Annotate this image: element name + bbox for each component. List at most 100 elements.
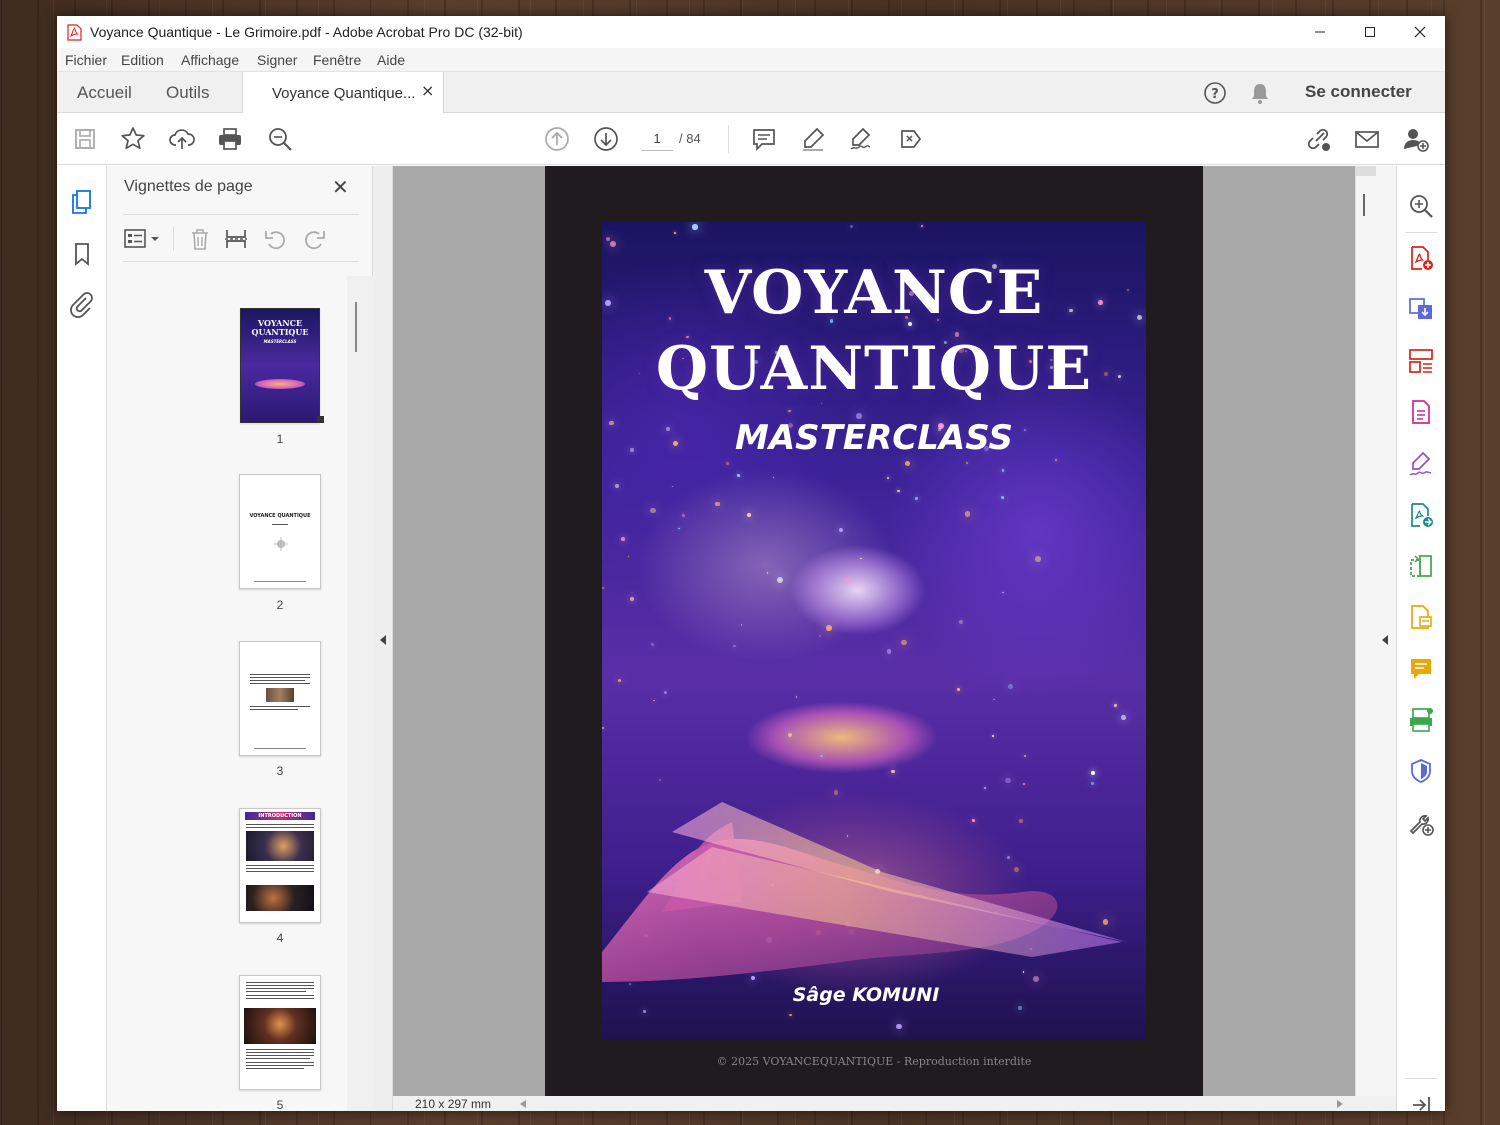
vertical-scrollbar[interactable]: [1355, 166, 1396, 1096]
scan-ocr-button[interactable]: [1407, 706, 1435, 734]
thumbnail-page-5[interactable]: [239, 975, 321, 1090]
collapse-right-arrow-icon[interactable]: [1381, 634, 1389, 646]
thumb1-art: [255, 379, 305, 389]
sign-button[interactable]: [847, 125, 875, 153]
rotate-right-icon[interactable]: [301, 226, 327, 252]
next-page-button[interactable]: [592, 125, 620, 153]
more-tools-button[interactable]: [1407, 809, 1435, 837]
search-button[interactable]: [266, 125, 294, 153]
close-tab-button[interactable]: ×: [421, 81, 434, 100]
thumbnail-page-4[interactable]: INTRODUCTION: [239, 808, 321, 923]
edit-pdf-button[interactable]: [1407, 398, 1435, 426]
bookmark-star-button[interactable]: [119, 125, 147, 153]
email-button[interactable]: [1353, 125, 1381, 153]
create-pdf-icon: [1411, 246, 1433, 270]
send-for-signature-button[interactable]: [1407, 501, 1435, 529]
page-up-icon: [545, 127, 569, 151]
sparkle: [1055, 458, 1058, 461]
export-pdf-button[interactable]: [1407, 295, 1435, 323]
tab-outils[interactable]: Outils: [166, 83, 209, 103]
left-collapse-strip[interactable]: [373, 166, 393, 1111]
sparkle: [845, 577, 851, 584]
thumb4-text-line: [246, 871, 314, 872]
prepare-form-button[interactable]: [1407, 603, 1435, 631]
zoom-tool-button[interactable]: [1407, 192, 1435, 220]
upload-cloud-button[interactable]: [168, 125, 196, 153]
sparkle: [733, 644, 736, 648]
collapse-left-arrow-icon[interactable]: [379, 634, 387, 646]
sparkle: [860, 557, 862, 560]
menu-affichage[interactable]: Affichage: [181, 52, 239, 68]
horizontal-scrollbar[interactable]: 210 x 297 mm: [393, 1096, 1396, 1111]
sign-in-button[interactable]: Se connecter: [1305, 82, 1412, 102]
sparkle: [1001, 469, 1004, 472]
sparkle: [915, 497, 918, 501]
menu-fichier[interactable]: Fichier: [65, 52, 107, 68]
thumbnail-number-2: 2: [276, 598, 284, 612]
print-button[interactable]: [216, 125, 244, 153]
close-panel-button[interactable]: ✕: [332, 175, 349, 199]
previous-page-button[interactable]: [543, 125, 571, 153]
save-button[interactable]: [71, 125, 99, 153]
organize-pages-button[interactable]: [1407, 347, 1435, 375]
scroll-up-area[interactable]: [1356, 166, 1376, 176]
create-pdf-button[interactable]: [1407, 244, 1435, 272]
panel-scrollbar-track[interactable]: [347, 276, 373, 1111]
send-signature-icon: [1411, 503, 1433, 527]
page-size-label: 210 x 297 mm: [415, 1097, 492, 1111]
comment-tool-button[interactable]: [1407, 655, 1435, 683]
sparkle: [886, 477, 889, 480]
thumbnail-number-1: 1: [276, 432, 284, 446]
page-thumbnails-nav-button[interactable]: [68, 188, 96, 216]
thumb4-text-line: [246, 865, 314, 866]
notification-bell-icon[interactable]: [1249, 81, 1271, 105]
bookmarks-nav-button[interactable]: [68, 240, 96, 268]
sparkle: [958, 619, 963, 624]
highlight-button[interactable]: [799, 125, 827, 153]
thumb5-text-line: [246, 988, 314, 989]
menu-fenetre[interactable]: Fenêtre: [313, 52, 361, 68]
book-cover-image: VOYANCE QUANTIQUE MASTERCLASS Sâge KOMUN…: [602, 222, 1146, 1040]
comment-button[interactable]: [750, 125, 778, 153]
pages-icon: [72, 190, 91, 214]
thumbnail-page-2[interactable]: VOYANCE QUANTIQUE: [239, 474, 321, 589]
thumb2-heading: VOYANCE QUANTIQUE: [249, 513, 311, 519]
add-user-button[interactable]: [1402, 125, 1430, 153]
scroll-right-arrow-icon[interactable]: [1336, 1099, 1344, 1109]
organize-pages-icon: [1409, 349, 1433, 373]
menu-signer[interactable]: Signer: [257, 52, 297, 68]
compare-files-button[interactable]: [1407, 552, 1435, 580]
thumb3-footer-line: [254, 748, 306, 749]
panel-scrollbar-thumb[interactable]: [355, 302, 357, 352]
collapse-tools-pane-button[interactable]: [1407, 1091, 1435, 1111]
thumb4-image-top: [246, 831, 314, 861]
thumb3-text-line: [250, 709, 298, 710]
fill-sign-button[interactable]: [1407, 450, 1435, 478]
maximize-button[interactable]: [1345, 16, 1395, 48]
thumbnail-page-1[interactable]: VOYANCE QUANTIQUE MASTERCLASS: [240, 308, 320, 423]
thumb4-text-line: [246, 868, 314, 869]
share-link-button[interactable]: [1304, 125, 1332, 153]
rotate-left-icon[interactable]: [263, 226, 289, 252]
help-icon[interactable]: ?: [1203, 81, 1227, 105]
scroll-left-arrow-icon[interactable]: [519, 1099, 527, 1109]
menu-aide[interactable]: Aide: [377, 52, 405, 68]
minimize-button[interactable]: [1295, 16, 1345, 48]
rail-separator-bottom: [1405, 1078, 1437, 1079]
stamp-button[interactable]: [897, 125, 925, 153]
page-number-input[interactable]: 1: [641, 127, 673, 151]
extract-page-icon[interactable]: [223, 226, 249, 252]
sparkle: [849, 224, 854, 229]
tab-document[interactable]: Voyance Quantique... ×: [242, 72, 444, 113]
menu-edition[interactable]: Edition: [121, 52, 164, 68]
delete-page-icon[interactable]: [187, 226, 213, 252]
protect-button[interactable]: [1407, 757, 1435, 785]
thumbnail-page-3[interactable]: [239, 641, 321, 756]
thumbnail-options-icon[interactable]: [123, 226, 163, 252]
vertical-scroll-thumb[interactable]: [1363, 194, 1365, 216]
tab-accueil[interactable]: Accueil: [77, 83, 132, 103]
close-window-button[interactable]: [1395, 16, 1445, 48]
attachments-nav-button[interactable]: [68, 290, 96, 318]
thumb5-text-line: [246, 982, 314, 983]
sparkle: [692, 224, 698, 230]
